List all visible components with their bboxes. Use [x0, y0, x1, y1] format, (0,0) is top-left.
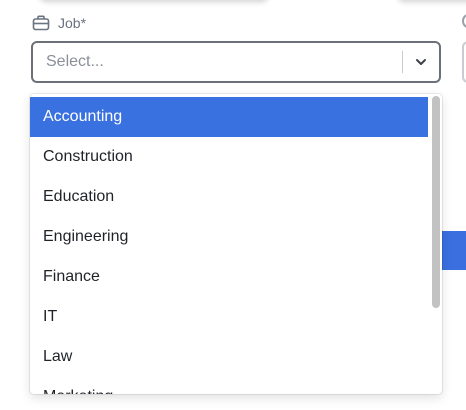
chevron-down-icon[interactable] [403, 43, 439, 81]
option-finance[interactable]: Finance [30, 257, 428, 297]
submit-button[interactable] [442, 231, 466, 270]
menu-scrollbar-thumb[interactable] [432, 96, 440, 308]
option-education[interactable]: Education [30, 177, 428, 217]
option-engineering[interactable]: Engineering [30, 217, 428, 257]
job-label-text: Job* [58, 15, 87, 31]
option-law[interactable]: Law [30, 337, 428, 377]
job-select-page: Job* Select... Accounting Construction E… [0, 0, 466, 410]
job-select[interactable]: Select... [31, 41, 441, 83]
option-accounting[interactable]: Accounting [30, 97, 428, 137]
adjacent-select[interactable] [462, 41, 466, 83]
clock-icon [462, 14, 466, 28]
job-options-menu: Accounting Construction Education Engine… [30, 94, 442, 394]
job-options-list: Accounting Construction Education Engine… [30, 97, 428, 394]
menu-scrollbar[interactable] [432, 96, 440, 392]
option-marketing[interactable]: Marketing [30, 377, 428, 394]
briefcase-icon [32, 14, 50, 32]
option-construction[interactable]: Construction [30, 137, 428, 177]
job-select-placeholder: Select... [46, 53, 104, 70]
option-it[interactable]: IT [30, 297, 428, 337]
job-field-label: Job* [32, 13, 86, 33]
